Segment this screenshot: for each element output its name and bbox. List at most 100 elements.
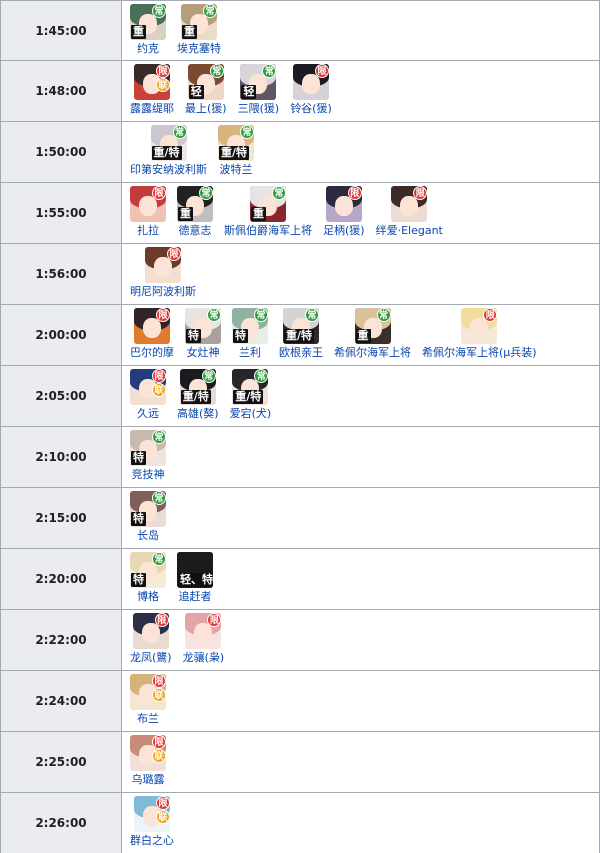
ship-entry[interactable]: 常轻最上(猨) [185, 64, 227, 115]
ship-entry[interactable]: 限希佩尔海军上将(μ兵装) [422, 308, 537, 359]
ship-entry[interactable]: 常特兰利 [232, 308, 268, 359]
ship-name-link[interactable]: 德意志 [179, 224, 212, 237]
ship-name-link[interactable]: 欧根亲王 [279, 346, 323, 359]
ship-name-link[interactable]: 群白之心 [130, 834, 174, 847]
ship-name-link[interactable]: 希佩尔海军上将 [334, 346, 411, 359]
ship-avatar[interactable]: 常轻 [240, 64, 277, 100]
ship-avatar[interactable]: 限 [391, 186, 428, 222]
ship-avatar[interactable]: 常特 [232, 308, 268, 344]
ship-name-link[interactable]: 久远 [137, 407, 159, 420]
ship-avatar[interactable]: 常特 [130, 430, 166, 466]
ship-name-link[interactable]: 乌璐露 [132, 773, 165, 786]
ship-entry[interactable]: 常重希佩尔海军上将 [334, 308, 411, 359]
ship-name-link[interactable]: 印第安纳波利斯 [130, 163, 207, 176]
ship-name-link[interactable]: 竞技神 [132, 468, 165, 481]
ship-entry[interactable]: 常重埃克塞特 [177, 3, 221, 55]
ship-entry[interactable]: 轻、特 追赶者 [177, 552, 213, 603]
ship-name-link[interactable]: 高雄(獒) [177, 407, 219, 420]
ship-list-cell: 限扎拉常重德意志常重斯佩伯爵海军上将限足柄(猨) 限绊爱·Elegant [121, 182, 600, 244]
table-body: 1:45:00 常重约克常重埃克塞特 1:48:00 限联露露缇耶常轻最上(猨) 常轻三… [0, 0, 600, 853]
ship-entry[interactable]: 常特博格 [130, 552, 166, 603]
ship-entry[interactable]: 限足柄(猨) [323, 186, 365, 237]
ship-avatar[interactable]: 常重 [177, 186, 213, 222]
ship-entry[interactable]: 限联布兰 [130, 674, 166, 725]
ship-avatar[interactable]: 常重/特 [218, 125, 254, 161]
ship-name-link[interactable]: 兰利 [239, 346, 261, 359]
ship-name-link[interactable]: 龙凤(鸗) [130, 651, 172, 664]
ship-avatar[interactable]: 常特 [130, 491, 166, 527]
ship-avatar[interactable]: 限联 [130, 735, 166, 771]
ship-avatar[interactable]: 限 [325, 186, 362, 222]
ship-name-link[interactable]: 露露缇耶 [130, 102, 174, 115]
ship-avatar[interactable]: 常重/特 [283, 308, 319, 344]
ship-list-cell: 限联乌璐露 [121, 731, 600, 793]
ship-name-link[interactable]: 女灶神 [187, 346, 220, 359]
ship-entry[interactable]: 限联久远 [130, 369, 166, 420]
ship-entry[interactable]: 常重约克 [130, 3, 166, 55]
ship-entry[interactable]: 常重斯佩伯爵海军上将 [224, 186, 312, 237]
ship-name-link[interactable]: 博格 [137, 590, 159, 603]
ship-avatar[interactable]: 限 [461, 308, 498, 344]
ship-avatar[interactable]: 常轻 [187, 64, 224, 100]
ship-entry[interactable]: 常重/特波特兰 [218, 125, 254, 176]
ship-avatar[interactable]: 常特 [185, 308, 221, 344]
ship-name-link[interactable]: 巴尔的摩 [130, 346, 174, 359]
ship-name-link[interactable]: 布兰 [137, 712, 159, 725]
ship-entry[interactable]: 限龙凤(鸗) [130, 613, 172, 664]
ship-avatar[interactable]: 限 [132, 613, 169, 649]
ship-avatar[interactable]: 常重/特 [179, 369, 216, 405]
ship-entry[interactable]: 常特竞技神 [130, 430, 166, 481]
ship-entry[interactable]: 常轻三隈(猨) [238, 64, 280, 115]
ship-avatar[interactable]: 常特 [130, 552, 166, 588]
ship-entry[interactable]: 限巴尔的摩 [130, 308, 174, 359]
ship-entry[interactable]: 限联乌璐露 [130, 735, 166, 786]
ship-avatar[interactable]: 限 [185, 613, 222, 649]
ship-avatar[interactable]: 限 [145, 247, 181, 283]
ship-avatar[interactable]: 限联 [134, 796, 170, 832]
ship-entry[interactable]: 常重德意志 [177, 186, 213, 237]
ship-avatar[interactable]: 常重 [250, 186, 286, 222]
ship-avatar[interactable]: 限联 [134, 64, 170, 100]
ship-avatar[interactable]: 常重 [181, 3, 217, 40]
ship-name-link[interactable]: 希佩尔海军上将(μ兵装) [422, 346, 537, 359]
ship-entry[interactable]: 常重/特高雄(獒) [177, 369, 219, 420]
ship-entry[interactable]: 限扎拉 [130, 186, 166, 237]
ship-avatar[interactable]: 限 [134, 308, 170, 344]
ship-name-link[interactable]: 绊爱·Elegant [376, 224, 443, 237]
ship-name-link[interactable]: 埃克塞特 [177, 42, 221, 55]
ship-entry[interactable]: 限铃谷(猨) [290, 64, 332, 115]
ship-name-link[interactable]: 三隈(猨) [238, 102, 280, 115]
ship-name-link[interactable]: 约克 [137, 42, 159, 55]
ship-name-link[interactable]: 爱宕(犬) [230, 407, 272, 420]
ship-entry[interactable]: 常特女灶神 [185, 308, 221, 359]
ship-avatar[interactable]: 轻、特 [177, 552, 213, 588]
ship-avatar[interactable]: 常重 [354, 308, 391, 344]
ship-name-link[interactable]: 明尼阿波利斯 [130, 285, 196, 298]
ship-entry[interactable]: 限联群白之心 [130, 796, 174, 847]
ship-name-link[interactable]: 扎拉 [137, 224, 159, 237]
ship-name-link[interactable]: 龙骧(枭) [183, 651, 225, 664]
ship-avatar[interactable]: 限 [292, 64, 329, 100]
ship-entry[interactable]: 限联露露缇耶 [130, 64, 174, 115]
limited-badge: 限 [156, 308, 170, 322]
ship-avatar[interactable]: 限联 [130, 369, 166, 405]
ship-avatar[interactable]: 常重/特 [150, 125, 187, 161]
ship-entry[interactable]: 限明尼阿波利斯 [130, 247, 196, 298]
ship-avatar[interactable]: 常重 [130, 3, 166, 40]
ship-entry[interactable]: 限绊爱·Elegant [376, 186, 443, 237]
ship-avatar[interactable]: 限联 [130, 674, 166, 710]
ship-name-link[interactable]: 足柄(猨) [323, 224, 365, 237]
ship-avatar[interactable]: 限 [130, 186, 166, 222]
ship-name-link[interactable]: 铃谷(猨) [290, 102, 332, 115]
ship-avatar[interactable]: 常重/特 [232, 369, 269, 405]
ship-name-link[interactable]: 最上(猨) [185, 102, 227, 115]
ship-name-link[interactable]: 长岛 [137, 529, 159, 542]
ship-entry[interactable]: 常重/特爱宕(犬) [230, 369, 272, 420]
ship-entry[interactable]: 常特长岛 [130, 491, 166, 542]
ship-entry[interactable]: 常重/特欧根亲王 [279, 308, 323, 359]
ship-entry[interactable]: 限龙骧(枭) [183, 613, 225, 664]
ship-name-link[interactable]: 斯佩伯爵海军上将 [224, 224, 312, 237]
ship-entry[interactable]: 常重/特印第安纳波利斯 [130, 125, 207, 176]
ship-name-link[interactable]: 追赶者 [179, 590, 212, 603]
ship-name-link[interactable]: 波特兰 [220, 163, 253, 176]
